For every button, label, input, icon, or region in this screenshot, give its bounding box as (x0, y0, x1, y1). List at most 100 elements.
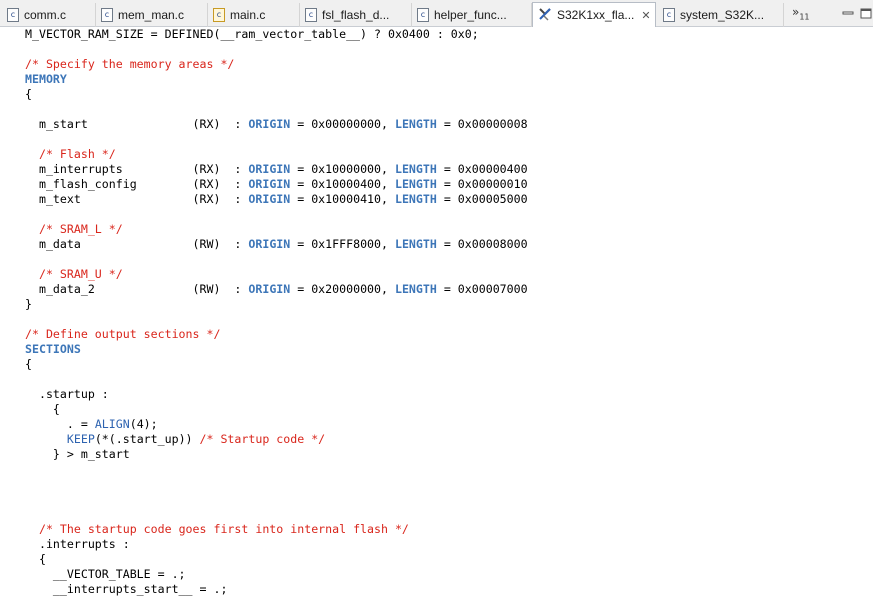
hidden-tab-count: 11 (799, 12, 810, 22)
tab-overflow-button[interactable]: »11 (792, 5, 810, 21)
code-comment: /* SRAM_U */ (38, 267, 123, 281)
code-comment: /* Specify the memory areas */ (25, 57, 235, 71)
code-line: KEEP(*(.start_up)) /* Startup code */ (25, 432, 325, 447)
close-icon[interactable]: ✕ (641, 9, 650, 22)
code-text: = 0x00005000 (436, 192, 528, 206)
tab-comm-c[interactable]: c comm.c (2, 3, 96, 27)
code-text: = 0x10000400, (290, 177, 395, 191)
code-keyword: LENGTH (394, 192, 437, 206)
code-keyword: ORIGIN (248, 237, 291, 251)
code-function: ALIGN (94, 417, 130, 431)
code-text: (*(.start_up)) (94, 432, 200, 446)
code-line: m_start (RX) : ORIGIN = 0x00000000, LENG… (25, 117, 528, 132)
code-line: m_interrupts (RX) : ORIGIN = 0x10000000,… (25, 162, 528, 177)
c-file-icon: c (417, 8, 429, 22)
code-line: /* Specify the memory areas */ (25, 57, 234, 72)
c-file-icon: c (305, 8, 317, 22)
code-line: m_text (RX) : ORIGIN = 0x10000410, LENGT… (25, 192, 528, 207)
code-keyword: LENGTH (394, 177, 437, 191)
maximize-icon (860, 8, 872, 19)
code-keyword: MEMORY (25, 72, 67, 86)
code-editor[interactable]: M_VECTOR_RAM_SIZE = DEFINED(__ram_vector… (0, 27, 873, 596)
code-text: . = (25, 417, 95, 431)
code-keyword: LENGTH (394, 162, 437, 176)
code-line: /* Define output sections */ (25, 327, 220, 342)
code-line: { (25, 87, 32, 102)
code-text: { (25, 552, 46, 566)
code-text: m_text (RX) : (25, 192, 249, 206)
code-line: /* The startup code goes first into inte… (25, 522, 409, 537)
code-text: m_start (RX) : (25, 117, 249, 131)
code-text: { (25, 402, 60, 416)
code-line: { (25, 552, 46, 567)
tab-label: system_S32K... (680, 8, 765, 22)
code-line: /* SRAM_U */ (25, 267, 123, 282)
code-text: } (25, 297, 32, 311)
code-text: .startup : (25, 387, 109, 401)
c-file-warning-icon: c (213, 8, 225, 22)
code-line: .interrupts : (25, 537, 130, 552)
code-keyword: ORIGIN (248, 162, 291, 176)
code-text: = 0x00000000, (290, 117, 395, 131)
minimize-button[interactable] (842, 4, 854, 16)
code-text: __interrupts_start__ = .; (25, 582, 228, 596)
code-keyword: ORIGIN (248, 117, 291, 131)
code-text: { (25, 357, 32, 371)
code-line: m_data_2 (RW) : ORIGIN = 0x20000000, LEN… (25, 282, 528, 297)
code-line: MEMORY (25, 72, 67, 87)
code-keyword: LENGTH (394, 237, 437, 251)
tab-s32k1xx-flash-ld[interactable]: S32K1xx_fla... ✕ (532, 2, 656, 27)
code-comment: /* SRAM_L */ (38, 222, 123, 236)
code-keyword: LENGTH (394, 282, 437, 296)
code-line: __interrupts_start__ = .; (25, 582, 228, 596)
linker-file-icon (538, 7, 552, 24)
code-text: = 0x00007000 (436, 282, 528, 296)
tab-helper-func[interactable]: c helper_func... (412, 3, 532, 27)
c-file-icon: c (663, 8, 675, 22)
tab-label: mem_man.c (118, 8, 185, 22)
code-text: m_flash_config (RX) : (25, 177, 249, 191)
code-keyword: ORIGIN (248, 282, 291, 296)
code-line: __VECTOR_TABLE = .; (25, 567, 186, 582)
c-file-icon: c (101, 8, 113, 22)
code-keyword: SECTIONS (25, 342, 81, 356)
tab-label: main.c (230, 8, 266, 22)
code-keyword: ORIGIN (248, 177, 291, 191)
code-line: /* Flash */ (25, 147, 116, 162)
code-text: m_data_2 (RW) : (25, 282, 249, 296)
code-text: m_data (RW) : (25, 237, 249, 251)
tab-main-c[interactable]: c main.c (208, 3, 300, 27)
tab-label: fsl_flash_d... (322, 8, 390, 22)
code-text: = 0x10000410, (290, 192, 395, 206)
code-keyword: ORIGIN (248, 192, 291, 206)
code-text: = 0x00000008 (436, 117, 528, 131)
c-file-icon: c (7, 8, 19, 22)
code-text: (4); (129, 417, 158, 431)
code-comment: /* Define output sections */ (25, 327, 221, 341)
code-function: KEEP (66, 432, 95, 446)
tab-label: comm.c (24, 8, 66, 22)
code-text: __VECTOR_TABLE = .; (25, 567, 186, 581)
code-line: { (25, 402, 60, 417)
code-text: } > m_start (25, 447, 130, 461)
code-text: M_VECTOR_RAM_SIZE = DEFINED(__ram_vector… (25, 27, 479, 41)
code-text: .interrupts : (25, 537, 130, 551)
tab-system-s32k[interactable]: c system_S32K... (658, 3, 784, 27)
code-text: = 0x1FFF8000, (290, 237, 395, 251)
code-text: = 0x00000400 (436, 162, 528, 176)
maximize-button[interactable] (860, 4, 872, 19)
code-line: SECTIONS (25, 342, 81, 357)
code-text: m_interrupts (RX) : (25, 162, 249, 176)
editor-tab-bar: c comm.c c mem_man.c c main.c c fsl_flas… (0, 0, 873, 27)
code-text: = 0x00008000 (436, 237, 528, 251)
tab-mem-man-c[interactable]: c mem_man.c (96, 3, 208, 27)
code-comment: /* Flash */ (38, 147, 116, 161)
tab-fsl-flash-d[interactable]: c fsl_flash_d... (300, 3, 412, 27)
code-line: m_flash_config (RX) : ORIGIN = 0x1000040… (25, 177, 528, 192)
code-line: { (25, 357, 32, 372)
code-line: /* SRAM_L */ (25, 222, 123, 237)
